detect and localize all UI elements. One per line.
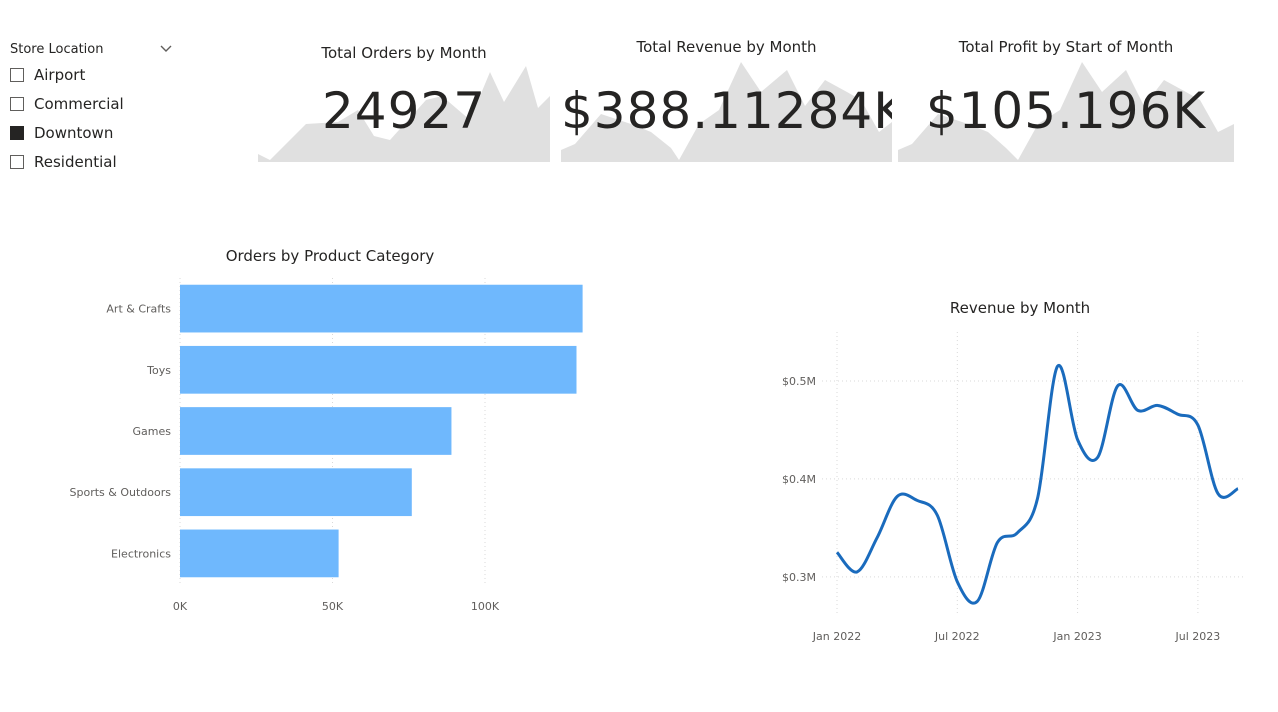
checkbox-checked[interactable] (10, 125, 24, 140)
bar[interactable] (180, 284, 583, 333)
slicer-header[interactable]: Store Location (10, 38, 175, 60)
kpi-card-orders: Total Orders by Month 24927 (258, 36, 550, 162)
category-label: Toys (146, 364, 171, 377)
slicer-option-label: Residential (34, 152, 117, 171)
x-tick-label: Jul 2023 (1175, 630, 1221, 643)
x-tick-label: Jul 2022 (934, 630, 980, 643)
x-tick-label: 100K (471, 600, 500, 613)
x-tick-label: Jan 2022 (812, 630, 861, 643)
bar[interactable] (180, 345, 577, 394)
slicer-option-airport[interactable]: Airport (10, 60, 175, 89)
checkbox[interactable] (10, 96, 24, 111)
bar[interactable] (180, 407, 452, 455)
category-label: Electronics (111, 547, 171, 560)
x-tick-label: Jan 2023 (1052, 630, 1101, 643)
category-label: Sports & Outdoors (70, 486, 172, 499)
y-tick-label: $0.4M (782, 473, 816, 486)
kpi-title: Total Revenue by Month (636, 38, 817, 56)
kpi-title: Total Profit by Start of Month (958, 38, 1174, 56)
x-tick-label: 50K (322, 600, 344, 613)
category-label: Art & Crafts (106, 303, 171, 316)
checkbox[interactable] (10, 154, 24, 169)
checkbox[interactable] (10, 67, 24, 82)
chevron-down-icon[interactable] (159, 42, 173, 56)
y-tick-label: $0.5M (782, 375, 816, 388)
slicer-option-label: Airport (34, 65, 86, 84)
kpi-title: Total Orders by Month (321, 44, 487, 62)
revenue-line[interactable] (835, 364, 1239, 605)
bar[interactable] (180, 529, 339, 578)
orders-by-category-chart: 0K 50K 100K Art & Crafts Toys Games Sports & O… (70, 278, 583, 613)
kpi-card-profit: Total Profit by Start of Month $105.196K (898, 36, 1234, 162)
kpi-value: $105.196K (925, 82, 1207, 140)
bar[interactable] (180, 468, 412, 517)
slicer-option-residential[interactable]: Residential (10, 147, 175, 176)
revenue-by-month-chart: $0.3M $0.4M $0.5M Jan 2022 Jul 2022 Jan 2023 J… (782, 332, 1245, 643)
bar-chart-title: Orders by Product Category (225, 247, 435, 265)
kpi-value: $388.11284K (561, 82, 892, 140)
slicer-option-commercial[interactable]: Commercial (10, 89, 175, 118)
slicer-title: Store Location (10, 41, 104, 57)
slicer-option-downtown[interactable]: Downtown (10, 118, 175, 147)
kpi-card-revenue: Total Revenue by Month $388.11284K (561, 36, 892, 162)
store-location-slicer: Store Location Airport Commercial Downto… (10, 38, 175, 176)
category-label: Games (133, 425, 172, 438)
kpi-value: 24927 (321, 82, 487, 140)
slicer-option-label: Commercial (34, 94, 124, 113)
slicer-option-label: Downtown (34, 123, 114, 142)
line-chart-title: Revenue by Month (949, 299, 1091, 317)
x-tick-label: 0K (173, 600, 188, 613)
y-tick-label: $0.3M (782, 571, 816, 584)
